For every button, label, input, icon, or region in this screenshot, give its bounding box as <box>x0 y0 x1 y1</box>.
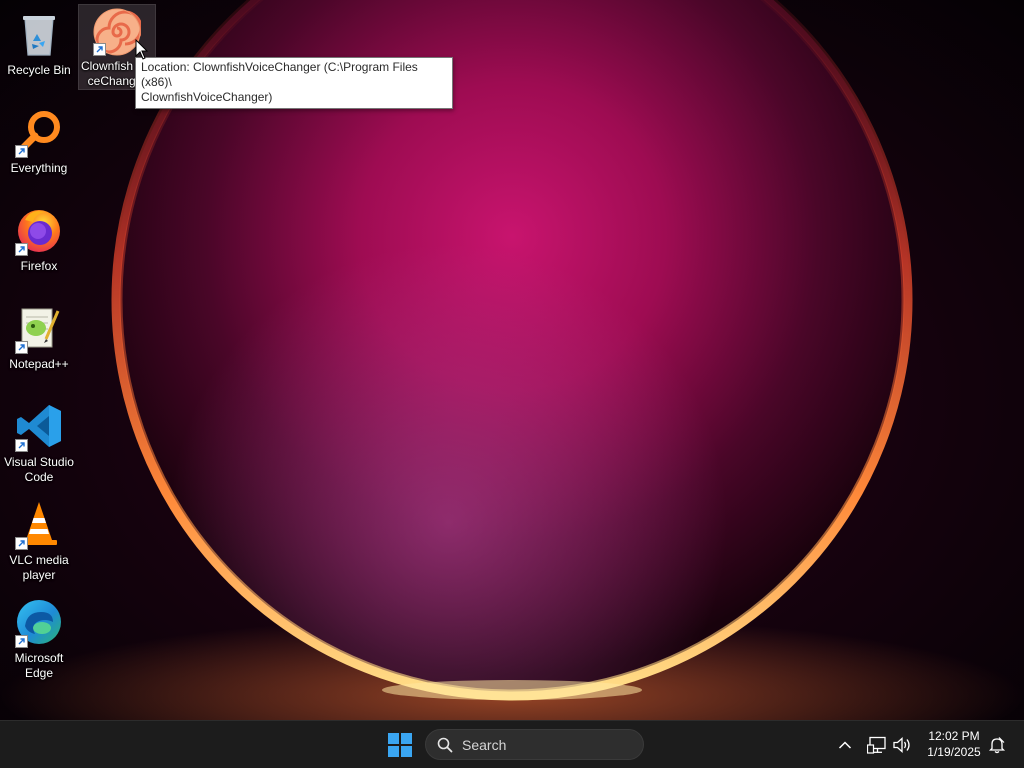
windows-logo-icon <box>388 733 412 757</box>
network-icon <box>867 736 886 754</box>
vlc-icon <box>13 498 65 550</box>
desktop-icon-label: Everything <box>10 161 68 175</box>
mouse-cursor-icon <box>135 39 149 60</box>
search-placeholder: Search <box>462 736 507 753</box>
desktop-icon-notepadpp[interactable]: Notepad++ <box>1 300 77 372</box>
desktop-icon-firefox[interactable]: Firefox <box>1 202 77 274</box>
desktop[interactable]: Recycle Bin Clownfish Voi ceChanger <box>0 0 1024 720</box>
start-button[interactable] <box>384 729 416 761</box>
shortcut-arrow-icon <box>15 145 28 158</box>
desktop-icon-everything[interactable]: Everything <box>1 104 77 176</box>
notification-bell-icon <box>988 737 1006 754</box>
shortcut-arrow-icon <box>15 341 28 354</box>
recycle-bin-icon <box>13 8 65 60</box>
shortcut-arrow-icon <box>15 537 28 550</box>
shortcut-arrow-icon <box>15 243 28 256</box>
taskbar-search-box[interactable]: Search <box>425 729 644 760</box>
search-icon <box>437 737 453 752</box>
firefox-icon <box>13 204 65 256</box>
everything-search-icon <box>13 106 65 158</box>
clock-date: 1/19/2025 <box>927 745 981 759</box>
desktop-icon-vscode[interactable]: Visual Studio Code <box>1 398 77 485</box>
taskbar: Search 12:02 PM 1/19/2025 <box>0 720 1024 768</box>
clock-time: 12:02 PM <box>928 729 980 743</box>
tooltip-text: Location: ClownfishVoiceChanger (C:\Prog… <box>141 60 418 104</box>
network-status-button[interactable] <box>864 733 890 757</box>
desktop-icon-label: Recycle Bin <box>7 63 71 77</box>
icon-tooltip: Location: ClownfishVoiceChanger (C:\Prog… <box>135 57 453 109</box>
desktop-icon-label: Notepad++ <box>9 357 69 371</box>
desktop-icon-label: Visual Studio Code <box>4 455 74 484</box>
shortcut-arrow-icon <box>15 439 28 452</box>
notepadpp-icon <box>13 302 65 354</box>
shortcut-arrow-icon <box>93 43 106 56</box>
desktop-icon-label: Firefox <box>20 259 58 273</box>
desktop-icon-vlc[interactable]: VLC media player <box>1 496 77 583</box>
shortcut-arrow-icon <box>15 635 28 648</box>
chevron-up-icon <box>838 741 852 749</box>
taskbar-clock[interactable]: 12:02 PM 1/19/2025 <box>918 728 990 760</box>
volume-button[interactable] <box>890 733 914 757</box>
desktop-icon-recycle-bin[interactable]: Recycle Bin <box>1 6 77 78</box>
volume-icon <box>893 737 910 753</box>
desktop-icon-edge[interactable]: Microsoft Edge <box>1 594 77 681</box>
notification-center-button[interactable] <box>986 733 1008 757</box>
vscode-icon <box>13 400 65 452</box>
desktop-icon-label: Microsoft Edge <box>14 651 64 680</box>
tray-overflow-button[interactable] <box>834 733 856 757</box>
desktop-icon-label: VLC media player <box>9 553 69 582</box>
edge-icon <box>13 596 65 648</box>
